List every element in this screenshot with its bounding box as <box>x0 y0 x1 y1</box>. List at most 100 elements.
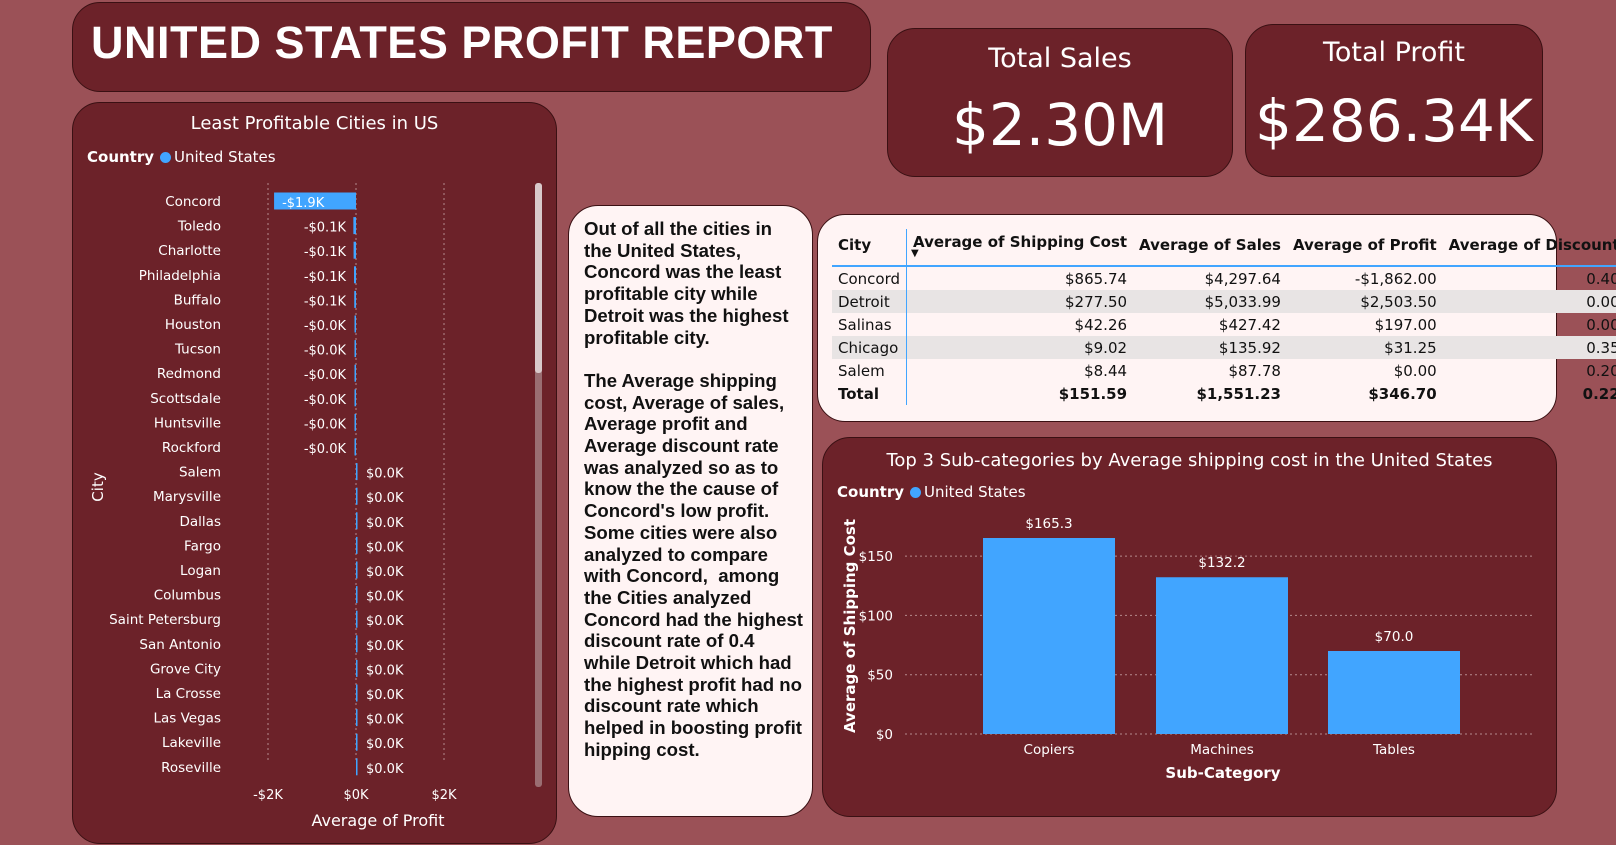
city-bar[interactable] <box>356 536 358 554</box>
table-cell: -$1,862.00 <box>1354 269 1437 288</box>
table-header-cell[interactable]: Average of Discount <box>1442 229 1616 267</box>
city-bar[interactable] <box>354 413 357 431</box>
total-sales-value: $2.30M <box>951 91 1169 159</box>
table-cell: Salinas <box>832 313 908 336</box>
city-category-label: Huntsville <box>154 415 221 431</box>
cities-bar-plot[interactable]: Concord Toledo Charlotte Philadelphia Buffal… <box>73 103 558 845</box>
city-value-label: $0.0K <box>366 491 404 506</box>
city-category-label: Salem <box>179 465 221 481</box>
city-bar[interactable] <box>354 438 357 456</box>
subcategory-y-tick-label: $100 <box>859 608 893 624</box>
subcategory-value-label: $132.2 <box>1198 555 1245 571</box>
table-cell: $87.78 <box>1228 361 1281 380</box>
subcategory-category-label: Machines <box>1190 742 1254 758</box>
city-category-label: Dallas <box>180 514 221 530</box>
city-bar[interactable] <box>356 659 358 677</box>
city-bar[interactable] <box>354 266 356 284</box>
sort-descending-icon[interactable]: ▼ <box>911 249 1127 259</box>
table-row[interactable]: Chicago $9.02 $135.92 $31.25 0.35 <box>832 336 1616 359</box>
table-cell: $197.00 <box>1374 315 1437 334</box>
city-bar[interactable] <box>356 709 358 727</box>
table-header-cell[interactable]: Average of Profit <box>1286 229 1443 267</box>
table-header-cell[interactable]: Average of Sales <box>1133 229 1287 267</box>
city-bar[interactable] <box>356 512 358 530</box>
city-category-label: Columbus <box>154 588 221 604</box>
total-profit-label: Total Profit <box>1322 37 1466 68</box>
city-value-label: $0.0K <box>366 688 404 703</box>
table-header-cell[interactable]: Average of Shipping Cost ▼ <box>906 229 1134 267</box>
table-cell: $4,297.64 <box>1204 269 1281 288</box>
subcategory-bar-plot[interactable]: $0 $50 $100 $150 $165.3 $132.2 $70.0 Copiers M… <box>823 438 1558 818</box>
subcategory-category-label: Tables <box>1372 742 1415 758</box>
city-category-label: Scottsdale <box>150 391 221 407</box>
city-value-label: $0.0K <box>366 590 404 605</box>
table-row[interactable]: Detroit $277.50 $5,033.99 $2,503.50 0.00 <box>832 290 1616 313</box>
city-bar[interactable] <box>356 463 358 481</box>
city-bar[interactable] <box>356 684 358 702</box>
city-value-label: $0.0K <box>366 614 404 629</box>
city-category-label: San Antonio <box>139 637 221 653</box>
subcategory-x-axis-title: Sub-Category <box>1165 764 1280 782</box>
cities-x-tick-label: -$2K <box>253 788 283 803</box>
city-value-label: $0.0K <box>366 565 404 580</box>
table-total-cell: $1,551.23 <box>1196 384 1281 403</box>
city-category-label: Concord <box>165 194 221 210</box>
table-row[interactable]: Salinas $42.26 $427.42 $197.00 0.00 <box>832 313 1616 336</box>
table-cell: $427.42 <box>1218 315 1281 334</box>
city-bar[interactable] <box>356 487 358 505</box>
city-category-label: Fargo <box>184 538 221 554</box>
table-cell: 0.20 <box>1586 361 1616 380</box>
table-cell: $42.26 <box>1074 315 1128 334</box>
subcategory-bar[interactable] <box>1328 650 1460 734</box>
city-category-label: Houston <box>165 317 221 333</box>
subcategory-bar[interactable] <box>1156 577 1288 734</box>
table-cell: 0.35 <box>1442 336 1616 359</box>
city-bar[interactable] <box>356 758 358 776</box>
table-total-cell: Total <box>832 382 908 405</box>
city-bar[interactable] <box>354 389 357 407</box>
table-cell: Chicago <box>832 336 908 359</box>
cities-x-axis-title: Average of Profit <box>311 811 444 830</box>
table-total-cell: 0.22 <box>1582 384 1616 403</box>
city-category-label: Redmond <box>157 366 221 382</box>
subcategory-value-label: $165.3 <box>1025 516 1072 532</box>
cities-y-axis-title: City <box>89 472 107 502</box>
city-bar[interactable] <box>356 561 358 579</box>
city-category-label: Las Vegas <box>154 711 222 727</box>
city-value-label: -$0.0K <box>304 344 347 359</box>
city-bar[interactable] <box>356 586 358 604</box>
city-metrics-table[interactable]: City Average of Shipping Cost ▼ Average of … <box>817 214 1616 422</box>
table-cell: Detroit <box>832 290 908 313</box>
city-value-label: -$0.1K <box>304 294 347 309</box>
table-row[interactable]: Salem $8.44 $87.78 $0.00 0.20 <box>832 359 1616 382</box>
table-row[interactable]: Concord $865.74 $4,297.64 -$1,862.00 0.40 <box>832 266 1616 290</box>
city-bar[interactable] <box>354 290 356 308</box>
city-value-label: $0.0K <box>366 540 404 555</box>
city-category-label: Saint Petersburg <box>109 612 221 628</box>
table-cell: 0.40 <box>1586 269 1616 288</box>
city-bar[interactable] <box>356 635 358 653</box>
total-profit-card[interactable]: Total Profit $286.34K <box>1245 24 1543 177</box>
city-bar[interactable] <box>356 733 358 751</box>
city-category-label: Tucson <box>174 342 221 358</box>
metrics-table: City Average of Shipping Cost ▼ Average of … <box>832 229 1616 405</box>
subcategory-bar[interactable] <box>983 538 1115 734</box>
cities-scrollbar-thumb[interactable] <box>535 183 542 373</box>
city-value-label: $0.0K <box>366 713 404 728</box>
total-profit-value: $286.34K <box>1255 87 1533 155</box>
total-sales-card[interactable]: Total Sales $2.30M <box>887 28 1233 177</box>
table-cell: $8.44 <box>1084 361 1128 380</box>
city-bar[interactable] <box>356 610 358 628</box>
city-bar[interactable] <box>354 315 357 333</box>
city-bar[interactable] <box>353 241 356 259</box>
table-cell: $865.74 <box>1065 269 1128 288</box>
city-category-label: Philadelphia <box>139 268 221 284</box>
table-header-cell[interactable]: City <box>832 229 908 267</box>
city-value-label: -$0.0K <box>304 368 347 383</box>
city-bar[interactable] <box>354 340 357 358</box>
city-bar[interactable] <box>354 364 357 382</box>
least-profitable-cities-chart[interactable]: Least Profitable Cities in US Country Uni… <box>72 102 557 844</box>
subcategory-shipping-chart[interactable]: Top 3 Sub-categories by Average shipping… <box>822 437 1557 817</box>
city-bar[interactable] <box>353 217 356 235</box>
table-cell: $31.25 <box>1286 336 1443 359</box>
